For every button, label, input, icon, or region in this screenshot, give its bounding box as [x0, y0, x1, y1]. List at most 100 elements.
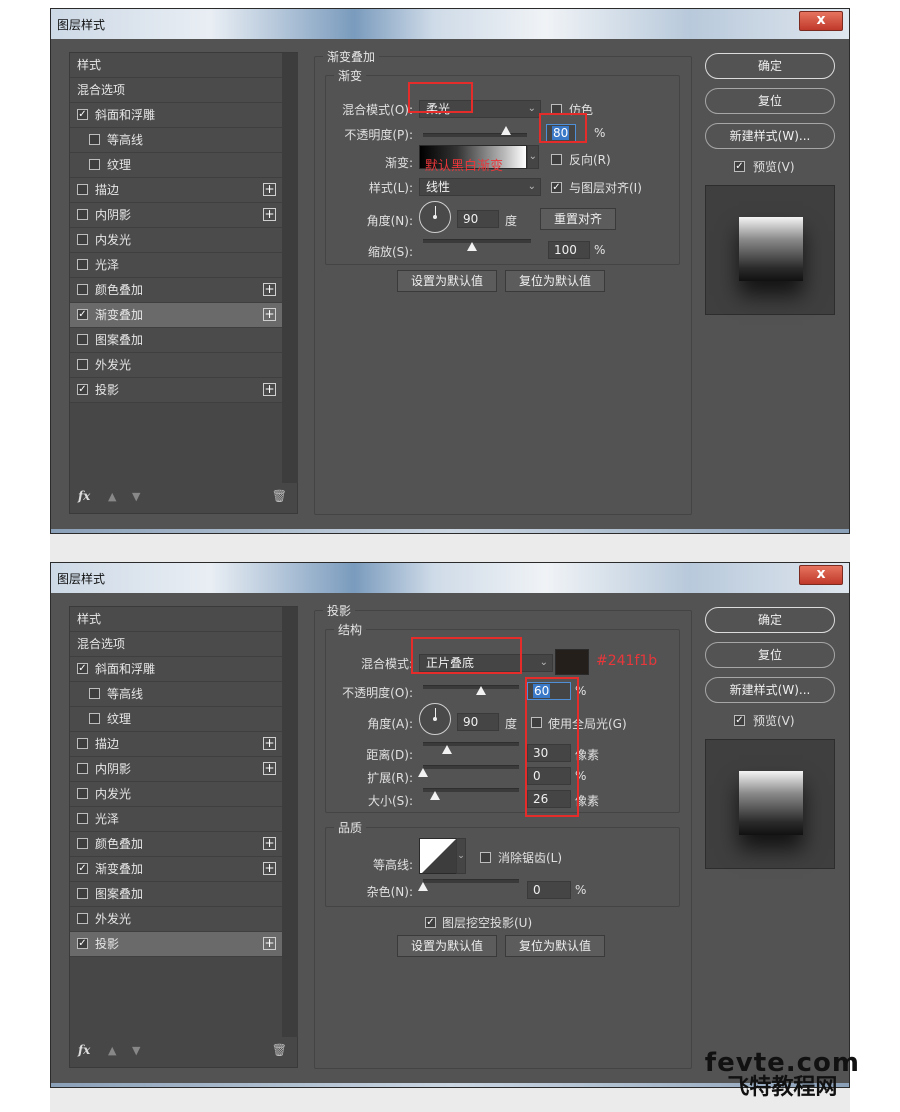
- sidebar-item[interactable]: 内阴影 +: [70, 203, 282, 228]
- sidebar-item[interactable]: 混合选项: [70, 632, 282, 657]
- sidebar-checkbox[interactable]: [77, 284, 88, 295]
- add-icon[interactable]: +: [263, 837, 276, 850]
- scale-input[interactable]: 100: [548, 241, 590, 259]
- contour-dropdown[interactable]: ⌄: [456, 838, 466, 874]
- add-icon[interactable]: +: [263, 937, 276, 950]
- sidebar-checkbox[interactable]: [77, 888, 88, 899]
- sidebar-checkbox[interactable]: ✓: [77, 109, 88, 120]
- add-icon[interactable]: +: [263, 862, 276, 875]
- sidebar-item[interactable]: 混合选项: [70, 78, 282, 103]
- sidebar-checkbox[interactable]: [77, 334, 88, 345]
- sidebar-checkbox[interactable]: [77, 234, 88, 245]
- style-list-scrollbar[interactable]: [282, 607, 298, 1037]
- fx-button[interactable]: fx: [78, 1043, 90, 1057]
- angle-dial[interactable]: [419, 703, 451, 735]
- align-with-layer-checkbox[interactable]: ✓: [551, 182, 562, 193]
- reset-button[interactable]: 复位: [705, 642, 835, 668]
- add-icon[interactable]: +: [263, 762, 276, 775]
- sidebar-item[interactable]: 样式: [70, 53, 282, 78]
- reset-to-default-button[interactable]: 复位为默认值: [505, 935, 605, 957]
- sidebar-item[interactable]: ✓ 投影 +: [70, 378, 282, 403]
- sidebar-item[interactable]: ✓ 投影 +: [70, 932, 282, 957]
- sidebar-checkbox[interactable]: ✓: [77, 938, 88, 949]
- reset-to-default-button[interactable]: 复位为默认值: [505, 270, 605, 292]
- sidebar-item[interactable]: 等高线: [70, 682, 282, 707]
- angle-input[interactable]: 90: [457, 210, 499, 228]
- noise-input[interactable]: 0: [527, 881, 571, 899]
- sidebar-item[interactable]: 颜色叠加 +: [70, 278, 282, 303]
- size-slider-thumb[interactable]: [429, 791, 440, 800]
- opacity-slider[interactable]: [423, 685, 519, 689]
- sidebar-checkbox[interactable]: ✓: [77, 663, 88, 674]
- sidebar-item[interactable]: 图案叠加: [70, 328, 282, 353]
- sidebar-item[interactable]: 纹理: [70, 707, 282, 732]
- sidebar-checkbox[interactable]: [89, 134, 100, 145]
- add-icon[interactable]: +: [263, 308, 276, 321]
- shadow-color-swatch[interactable]: [555, 649, 589, 675]
- close-button[interactable]: x: [799, 11, 843, 31]
- sidebar-checkbox[interactable]: [77, 913, 88, 924]
- distance-slider[interactable]: [423, 742, 519, 746]
- sidebar-item[interactable]: 内阴影 +: [70, 757, 282, 782]
- distance-slider-thumb[interactable]: [442, 745, 452, 754]
- sidebar-item[interactable]: 描边 +: [70, 732, 282, 757]
- make-default-button[interactable]: 设置为默认值: [397, 935, 497, 957]
- opacity-slider-thumb[interactable]: [475, 686, 486, 695]
- add-icon[interactable]: +: [263, 208, 276, 221]
- trash-icon[interactable]: 🗑: [272, 489, 287, 503]
- sidebar-item[interactable]: 纹理: [70, 153, 282, 178]
- sidebar-checkbox[interactable]: [77, 259, 88, 270]
- scale-slider[interactable]: [423, 239, 531, 243]
- new-style-button[interactable]: 新建样式(W)...: [705, 677, 835, 703]
- sidebar-item[interactable]: ✓ 渐变叠加 +: [70, 303, 282, 328]
- sidebar-checkbox[interactable]: [77, 838, 88, 849]
- spread-slider-thumb[interactable]: [418, 768, 428, 777]
- preview-checkbox[interactable]: ✓: [734, 715, 745, 726]
- sidebar-item[interactable]: 外发光: [70, 907, 282, 932]
- style-list-scrollbar[interactable]: [282, 53, 298, 483]
- sidebar-checkbox[interactable]: [89, 713, 100, 724]
- knockout-checkbox[interactable]: ✓: [425, 917, 436, 928]
- new-style-button[interactable]: 新建样式(W)...: [705, 123, 835, 149]
- arrow-down-icon[interactable]: ▼: [132, 490, 140, 503]
- sidebar-item[interactable]: ✓ 斜面和浮雕: [70, 103, 282, 128]
- sidebar-checkbox[interactable]: ✓: [77, 863, 88, 874]
- sidebar-checkbox[interactable]: ✓: [77, 309, 88, 320]
- angle-dial[interactable]: [419, 201, 451, 233]
- sidebar-item[interactable]: 描边 +: [70, 178, 282, 203]
- gradient-dropdown[interactable]: ⌄: [527, 145, 539, 169]
- add-icon[interactable]: +: [263, 383, 276, 396]
- sidebar-checkbox[interactable]: [77, 359, 88, 370]
- sidebar-checkbox[interactable]: [77, 209, 88, 220]
- contour-thumbnail[interactable]: [419, 838, 457, 874]
- arrow-down-icon[interactable]: ▼: [132, 1044, 140, 1057]
- ok-button[interactable]: 确定: [705, 607, 835, 633]
- fx-button[interactable]: fx: [78, 489, 90, 503]
- noise-slider-thumb[interactable]: [418, 882, 428, 891]
- sidebar-item[interactable]: 样式: [70, 607, 282, 632]
- sidebar-checkbox[interactable]: ✓: [77, 384, 88, 395]
- sidebar-checkbox[interactable]: [77, 788, 88, 799]
- sidebar-item[interactable]: 光泽: [70, 253, 282, 278]
- reset-button[interactable]: 复位: [705, 88, 835, 114]
- sidebar-checkbox[interactable]: [77, 763, 88, 774]
- reverse-checkbox[interactable]: [551, 154, 562, 165]
- add-icon[interactable]: +: [263, 183, 276, 196]
- arrow-up-icon[interactable]: ▲: [108, 1044, 116, 1057]
- ok-button[interactable]: 确定: [705, 53, 835, 79]
- preview-checkbox[interactable]: ✓: [734, 161, 745, 172]
- sidebar-item[interactable]: 光泽: [70, 807, 282, 832]
- scale-slider-thumb[interactable]: [466, 242, 477, 251]
- sidebar-item[interactable]: 等高线: [70, 128, 282, 153]
- trash-icon[interactable]: 🗑: [272, 1043, 287, 1057]
- close-button[interactable]: x: [799, 565, 843, 585]
- sidebar-item[interactable]: ✓ 渐变叠加 +: [70, 857, 282, 882]
- sidebar-item[interactable]: 图案叠加: [70, 882, 282, 907]
- gradient-style-select[interactable]: 线性 ⌄: [419, 178, 541, 196]
- make-default-button[interactable]: 设置为默认值: [397, 270, 497, 292]
- add-icon[interactable]: +: [263, 737, 276, 750]
- sidebar-item[interactable]: 颜色叠加 +: [70, 832, 282, 857]
- opacity-slider-thumb[interactable]: [501, 126, 512, 135]
- sidebar-checkbox[interactable]: [77, 813, 88, 824]
- angle-input[interactable]: 90: [457, 713, 499, 731]
